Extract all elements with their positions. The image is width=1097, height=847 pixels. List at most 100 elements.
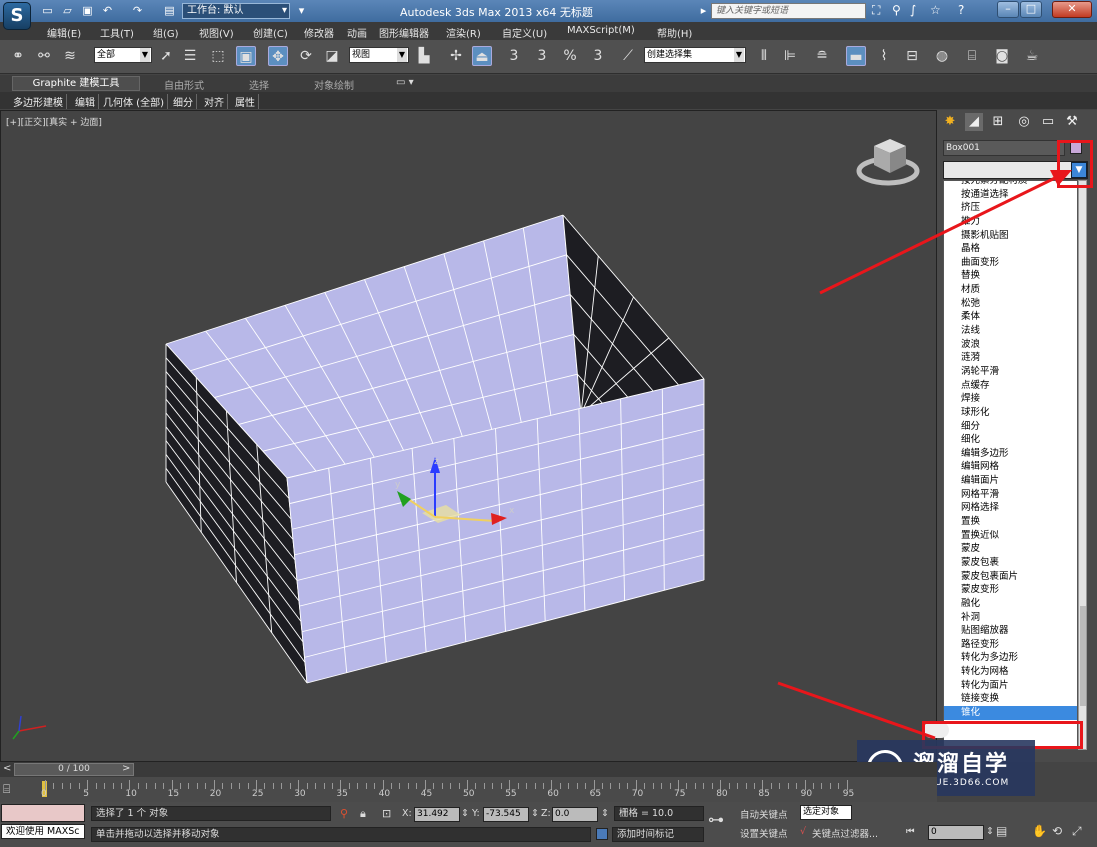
trackbar-tick [813, 783, 815, 789]
trackbar-tick [500, 783, 502, 789]
trackbar-tick [281, 783, 283, 789]
x-spinner-icon[interactable]: ⇕ [461, 808, 469, 819]
trackbar-tick [475, 783, 477, 789]
trackbar-tick-label: 5 [83, 789, 89, 799]
maximize-viewport-icon[interactable]: ⤢ [1072, 824, 1082, 839]
trackbar-tick-label: 20 [209, 789, 222, 799]
z-spinner-icon[interactable]: ⇕ [601, 808, 609, 819]
trackbar-tick [365, 783, 367, 789]
x-coord-input[interactable]: 31.492 [414, 807, 460, 822]
trackbar-tick [433, 783, 435, 789]
time-config-icon[interactable]: ▤ [996, 824, 1007, 838]
z-coord-input[interactable]: 0.0 [552, 807, 598, 822]
auto-key-button[interactable]: 自动关键点 [740, 807, 788, 821]
trackbar-tick [838, 783, 840, 789]
trackbar-tick-label: 90 [800, 789, 813, 799]
trackbar-tick [70, 783, 72, 789]
trackbar-tick [661, 783, 663, 789]
trackbar-tick [694, 783, 696, 789]
maxscript-mini-listener[interactable]: 欢迎使用 MAXSc [1, 824, 85, 839]
trackbar[interactable]: ⌸ 0 5 10 15 20 25 30 35 40 45 50 55 60 65 70 75 80 85 90 95 [0, 777, 937, 802]
trackbar-tick [104, 783, 106, 789]
trackbar-tick [78, 783, 80, 789]
trackbar-tick [315, 783, 317, 789]
trackbar-tick [526, 783, 528, 789]
selection-lock-icon[interactable]: 🔒︎ [360, 807, 366, 821]
trackbar-tick [163, 783, 165, 789]
key-filters-button[interactable]: 关键点过滤器... [812, 826, 878, 840]
isolate-selection-icon[interactable]: ⚲ [340, 807, 348, 820]
trackbar-tick [585, 783, 587, 789]
pan-icon[interactable]: ✋ [1032, 824, 1047, 838]
frame-spinner-icon[interactable]: ⇕ [986, 826, 994, 837]
trackbar-tick [492, 783, 494, 789]
time-slider[interactable]: < 0 / 100 > [0, 762, 937, 777]
trackbar-tick [686, 783, 688, 789]
trackbar-tick [205, 783, 207, 789]
trackbar-tick-label: 35 [336, 789, 348, 799]
trackbar-tick [745, 783, 747, 789]
trackbar-tick [399, 783, 401, 789]
orbit-icon[interactable]: ⟲ [1052, 824, 1062, 838]
trackbar-tick [441, 783, 443, 789]
key-mode-select[interactable]: 选定对象 [800, 805, 852, 820]
trackbar-tick-label: 65 [589, 789, 602, 799]
trackbar-tick [669, 783, 671, 789]
trackbar-tick-label: 60 [547, 789, 559, 799]
key-filters-icon[interactable]: √ [800, 826, 806, 837]
trackbar-tick-label: 15 [167, 789, 180, 799]
trackbar-tick [770, 783, 772, 789]
trackbar-tick [53, 783, 55, 789]
trackbar-tick [230, 783, 232, 789]
time-next-icon[interactable]: > [122, 763, 130, 774]
trackbar-tick-label: 45 [420, 789, 433, 799]
annotation-arrow-2 [777, 681, 936, 740]
key-icon[interactable]: ⊶ [708, 810, 724, 829]
trackbar-tick [154, 783, 156, 789]
trackbar-tick-label: 70 [631, 789, 644, 799]
time-slider-thumb[interactable]: 0 / 100 [14, 763, 134, 776]
goto-start-icon[interactable]: ⏮ [906, 826, 915, 837]
trackbar-tick [196, 783, 198, 789]
annotation-arrow-1 [819, 176, 1056, 295]
add-time-tag[interactable]: 添加时间标记 [612, 827, 704, 842]
trackbar-tick [247, 783, 249, 789]
app-logo[interactable]: S [3, 2, 31, 30]
trackbar-tick [61, 783, 63, 789]
trackbar-tick [576, 783, 578, 789]
trackbar-tick [737, 783, 739, 789]
trackbar-tick [180, 783, 182, 789]
trackbar-tick [374, 783, 376, 789]
y-spinner-icon[interactable]: ⇕ [531, 808, 539, 819]
trackbar-tick-label: 0 [41, 789, 47, 799]
trackbar-tick [306, 783, 308, 789]
trackbar-tick [458, 783, 460, 789]
x-label: X: [402, 808, 412, 819]
maxscript-listener-pink[interactable] [1, 804, 85, 822]
trackbar-tick [644, 783, 646, 789]
trackbar-tick-label: 95 [842, 789, 855, 799]
trackbar-tick [137, 783, 139, 789]
y-label: Y: [472, 808, 480, 819]
trackbar-tick [728, 783, 730, 789]
trackbar-tick [534, 783, 536, 789]
trackbar-tick [264, 783, 266, 789]
absolute-mode-icon[interactable]: ⊡ [382, 807, 391, 820]
selection-status: 选择了 1 个 对象 [91, 806, 331, 821]
set-key-button[interactable]: 设置关键点 [740, 826, 788, 840]
trackbar-tick [610, 783, 612, 789]
y-coord-input[interactable]: -73.545 [483, 807, 529, 822]
trackbar-tick [787, 783, 789, 789]
trackbar-tick [146, 783, 148, 789]
trackbar-tick [568, 783, 570, 789]
current-frame-input[interactable]: 0 [928, 825, 984, 840]
trackbar-tick [120, 783, 122, 789]
time-tag-icon[interactable] [596, 828, 608, 840]
trackbar-tick [112, 783, 114, 789]
trackbar-tick [602, 783, 604, 789]
grid-size-readout: 栅格 = 10.0 [614, 806, 704, 821]
trackbar-tick [272, 783, 274, 789]
trackbar-tick [559, 783, 561, 789]
time-prev-icon[interactable]: < [3, 763, 11, 774]
status-bar: 欢迎使用 MAXSc 选择了 1 个 对象 单击并拖动以选择并移动对象 ⚲ 🔒︎… [0, 802, 1097, 847]
